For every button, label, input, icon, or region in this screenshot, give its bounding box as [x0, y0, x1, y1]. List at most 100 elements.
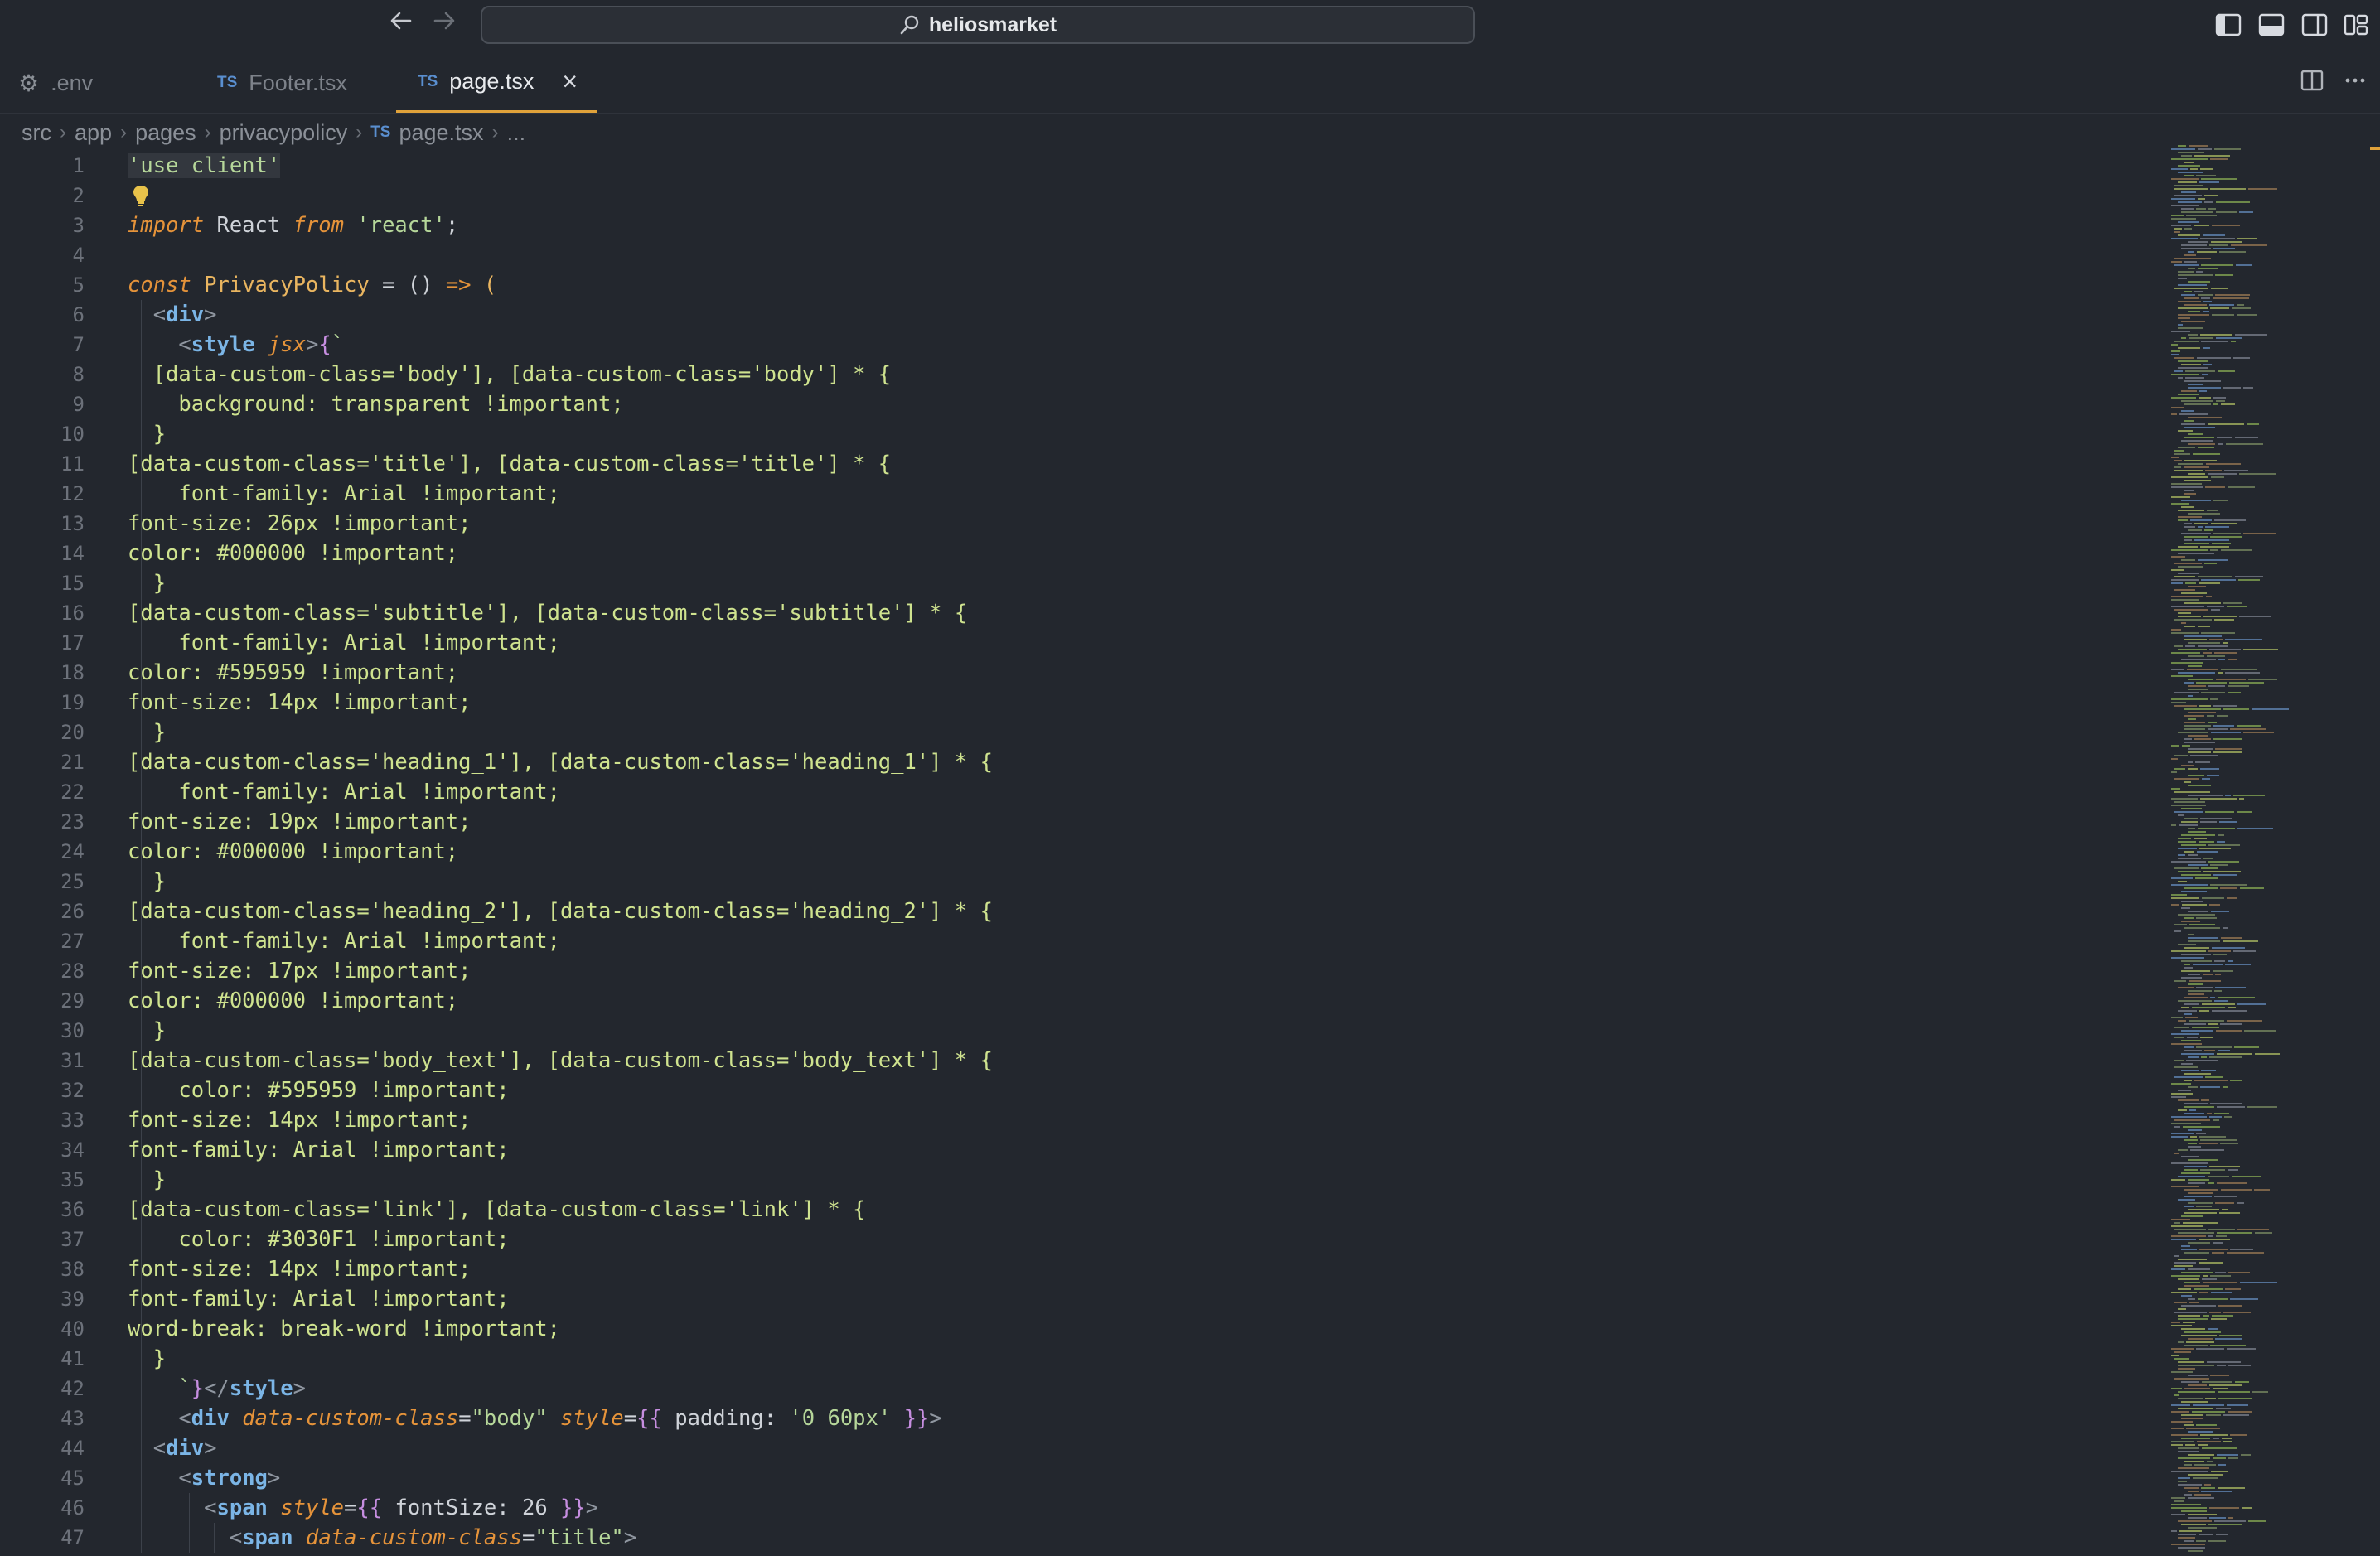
code-line[interactable]: 7 <style jsx>{` — [0, 330, 2138, 360]
sidebar-right-icon[interactable] — [2300, 12, 2329, 38]
minimap-line — [2194, 838, 2207, 839]
typescript-file-icon: TS — [370, 123, 391, 141]
code-line[interactable]: 25 } — [0, 867, 2138, 896]
lightbulb-icon[interactable] — [131, 184, 151, 207]
code-line[interactable]: 16 [data-custom-class='subtitle'], [data-… — [0, 598, 2138, 628]
minimap-line — [2200, 1434, 2228, 1436]
arrow-right-icon[interactable] — [428, 8, 461, 41]
breadcrumb-symbols[interactable]: ... — [507, 120, 526, 146]
minimap-line — [2248, 679, 2277, 680]
code-line[interactable]: 37 color: #3030F1 !important; — [0, 1225, 2138, 1254]
code-line[interactable]: 17 font-family: Arial !important; — [0, 628, 2138, 658]
code-line[interactable]: 47 <span data-custom-class="title"> — [0, 1523, 2138, 1553]
code-line[interactable]: 40 word-break: break-word !important; — [0, 1314, 2138, 1344]
code-line[interactable]: 9 background: transparent !important; — [0, 389, 2138, 419]
code-line[interactable]: 44 <div> — [0, 1433, 2138, 1463]
code-line[interactable]: 20 } — [0, 718, 2138, 747]
code-line[interactable]: 18 color: #595959 !important; — [0, 658, 2138, 688]
line-number: 46 — [60, 1496, 85, 1520]
tab-env[interactable]: ⚙ .env — [18, 53, 93, 113]
code-line[interactable]: 23 font-size: 19px !important; — [0, 807, 2138, 837]
token: style — [191, 332, 255, 357]
code-line[interactable]: 6 <div> — [0, 300, 2138, 330]
split-editor-icon[interactable] — [2297, 68, 2327, 98]
minimap-line — [2174, 1066, 2198, 1068]
code-line[interactable]: 8 [data-custom-class='body'], [data-cust… — [0, 360, 2138, 389]
breadcrumb-item[interactable]: app — [75, 120, 112, 146]
minimap-line — [2178, 1477, 2190, 1479]
code-line[interactable]: 38 font-size: 14px !important; — [0, 1254, 2138, 1284]
code-editor[interactable]: 1'use client' 2 3 import React from 'react'… — [0, 149, 2155, 1556]
code-line[interactable]: 45 <strong> — [0, 1463, 2138, 1493]
code-line[interactable]: 2 — [0, 181, 2138, 210]
code-line[interactable]: 39 font-family: Arial !important; — [0, 1284, 2138, 1314]
minimap-line — [2188, 1209, 2219, 1210]
minimap-line — [2171, 205, 2199, 206]
sidebar-left-icon[interactable] — [2214, 12, 2242, 38]
minimap-line — [2232, 1176, 2261, 1177]
code-line[interactable]: 13 font-size: 26px !important; — [0, 509, 2138, 539]
code-line[interactable]: 32 color: #595959 !important; — [0, 1075, 2138, 1105]
code-line[interactable]: 14 color: #000000 !important; — [0, 539, 2138, 568]
code-line[interactable]: 1 'use client' — [0, 151, 2138, 181]
code-line[interactable]: 15 } — [0, 568, 2138, 598]
code-line[interactable]: 43 <div data-custom-class="body" style={… — [0, 1404, 2138, 1433]
minimap-line — [2178, 914, 2215, 916]
code-line[interactable]: 12 font-family: Arial !important; — [0, 479, 2138, 509]
code-line[interactable]: 30 } — [0, 1016, 2138, 1046]
breadcrumb-item[interactable]: pages — [135, 120, 196, 146]
code-line[interactable]: 19 font-size: 14px !important; — [0, 688, 2138, 718]
code-line[interactable]: 3 import React from 'react'; — [0, 210, 2138, 240]
minimap-line — [2171, 476, 2208, 478]
breadcrumb-item[interactable]: src — [22, 120, 51, 146]
code-line[interactable]: 5 const PrivacyPolicy = () => ( — [0, 270, 2138, 300]
tab-footer-tsx[interactable]: TS Footer.tsx — [217, 53, 347, 113]
minimap-line — [2188, 433, 2203, 435]
minimap-line — [2188, 735, 2208, 737]
close-icon[interactable]: × — [562, 66, 578, 97]
code-line[interactable]: 28 font-size: 17px !important; — [0, 956, 2138, 986]
minimap-line — [2181, 440, 2213, 442]
line-number: 34 — [60, 1138, 85, 1162]
minimap-line — [2208, 423, 2244, 425]
breadcrumb-item[interactable]: privacypolicy — [220, 120, 348, 146]
code-line[interactable]: 22 font-family: Arial !important; — [0, 777, 2138, 807]
minimap[interactable] — [2171, 145, 2320, 1556]
tab-page-tsx[interactable]: TS page.tsx × — [396, 53, 598, 113]
layout-custom-icon[interactable] — [2342, 12, 2370, 38]
minimap-line — [2171, 158, 2208, 160]
more-icon[interactable] — [2340, 68, 2370, 98]
code-line[interactable]: 24 color: #000000 !important; — [0, 837, 2138, 867]
code-line[interactable]: 42 `}</style> — [0, 1374, 2138, 1404]
code-line[interactable]: 33 font-size: 14px !important; — [0, 1105, 2138, 1135]
code-line[interactable]: 26 [data-custom-class='heading_2'], [data… — [0, 896, 2138, 926]
code-line[interactable]: 21 [data-custom-class='heading_1'], [data… — [0, 747, 2138, 777]
minimap-line — [2227, 606, 2247, 607]
code-line[interactable]: 27 font-family: Arial !important; — [0, 926, 2138, 956]
code-line[interactable]: 31 [data-custom-class='body_text'], [data… — [0, 1046, 2138, 1075]
minimap-line — [2188, 1159, 2218, 1161]
code-line[interactable]: 11 [data-custom-class='title'], [data-cus… — [0, 449, 2138, 479]
minimap-line — [2188, 1497, 2214, 1499]
command-center-search[interactable]: heliosmarket — [481, 6, 1475, 44]
minimap-line — [2178, 447, 2195, 448]
code-line[interactable]: 36 [data-custom-class='link'], [data-cust… — [0, 1195, 2138, 1225]
code-line[interactable]: 34 font-family: Arial !important; — [0, 1135, 2138, 1165]
panel-bottom-icon[interactable] — [2257, 12, 2286, 38]
minimap-line — [2171, 354, 2179, 355]
minimap-line — [2188, 828, 2195, 829]
code-line[interactable]: 4 — [0, 240, 2138, 270]
minimap-line — [2225, 639, 2262, 640]
minimap-line — [2184, 1282, 2200, 1283]
code-line[interactable]: 41 } — [0, 1344, 2138, 1374]
arrow-left-icon[interactable] — [385, 8, 418, 41]
code-line[interactable]: 46 <span style={{ fontSize: 26 }}> — [0, 1493, 2138, 1523]
line-number: 22 — [60, 780, 85, 804]
minimap-line — [2178, 1278, 2199, 1280]
code-line[interactable]: 35 } — [0, 1165, 2138, 1195]
code-line[interactable]: 29 color: #000000 !important; — [0, 986, 2138, 1016]
code-text: [data-custom-class='link'], [data-custom… — [128, 1195, 865, 1225]
breadcrumb-file[interactable]: page.tsx — [399, 120, 483, 146]
code-line[interactable]: 10 } — [0, 419, 2138, 449]
minimap-line — [2209, 1056, 2242, 1058]
